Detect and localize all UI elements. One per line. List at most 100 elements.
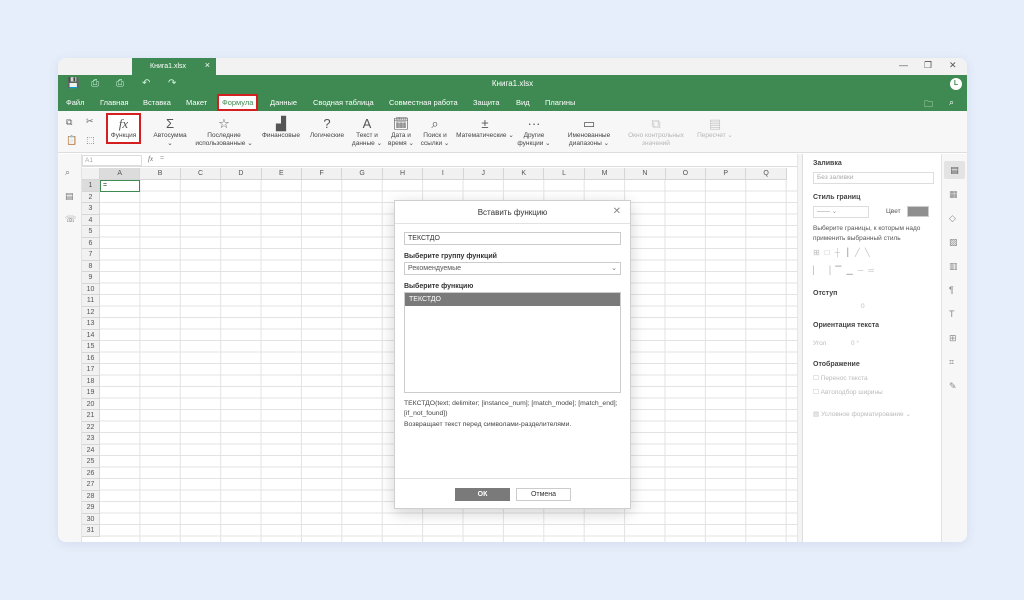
- wrap-text-checkbox[interactable]: ☐ Перенос текста: [813, 374, 868, 384]
- row-header-20[interactable]: 20: [82, 398, 100, 410]
- column-header-b[interactable]: B: [140, 168, 181, 180]
- recalculate-button[interactable]: ▤ Пересчет ⌄: [696, 115, 734, 140]
- row-header-29[interactable]: 29: [82, 502, 100, 514]
- copy-icon[interactable]: ⧉: [66, 117, 72, 128]
- row-header-5[interactable]: 5: [82, 226, 100, 238]
- row-header-15[interactable]: 15: [82, 341, 100, 353]
- fill-select[interactable]: Без заливки: [813, 172, 934, 184]
- paragraph-settings-icon[interactable]: ¶: [949, 285, 954, 295]
- active-cell-a1[interactable]: =: [100, 180, 140, 192]
- search-icon[interactable]: ⌕: [949, 97, 954, 108]
- row-header-12[interactable]: 12: [82, 306, 100, 318]
- date-time-button[interactable]: 🗓 Дата и время ⌄: [386, 115, 416, 148]
- cancel-button[interactable]: Отмена: [516, 488, 571, 501]
- column-header-m[interactable]: M: [584, 168, 626, 180]
- restore-icon[interactable]: ❐: [924, 60, 932, 71]
- row-header-17[interactable]: 17: [82, 364, 100, 376]
- slicer-settings-icon[interactable]: ⌗: [949, 357, 954, 368]
- column-header-o[interactable]: O: [665, 168, 706, 180]
- row-header-4[interactable]: 4: [82, 214, 100, 226]
- row-header-22[interactable]: 22: [82, 421, 100, 433]
- function-search-input[interactable]: ТЕКСТДО: [404, 232, 621, 245]
- column-header-i[interactable]: I: [423, 168, 464, 180]
- select-all-icon[interactable]: ⬚: [86, 135, 95, 146]
- row-header-3[interactable]: 3: [82, 203, 100, 215]
- row-header-13[interactable]: 13: [82, 318, 100, 330]
- row-header-8[interactable]: 8: [82, 260, 100, 272]
- minimize-icon[interactable]: —: [899, 60, 908, 70]
- comments-icon[interactable]: ▤: [65, 191, 74, 202]
- row-header-26[interactable]: 26: [82, 467, 100, 479]
- menu-protection[interactable]: Защита: [473, 94, 500, 111]
- row-header-18[interactable]: 18: [82, 375, 100, 387]
- row-header-14[interactable]: 14: [82, 329, 100, 341]
- pivot-settings-icon[interactable]: ⊞: [949, 333, 957, 344]
- menu-plugins[interactable]: Плагины: [545, 94, 575, 111]
- image-settings-icon[interactable]: ▨: [949, 237, 958, 248]
- autosum-button[interactable]: Σ Автосумма ⌄: [150, 115, 190, 148]
- recently-used-button[interactable]: ☆ Последние использованные ⌄: [194, 115, 254, 148]
- shape-settings-icon[interactable]: ◇: [949, 213, 956, 224]
- math-button[interactable]: ± Математические ⌄: [456, 115, 514, 140]
- table-settings-icon[interactable]: ▦: [949, 189, 958, 200]
- border-style-select[interactable]: ⎯⎯⎯⎯ ⌄: [813, 206, 869, 218]
- cut-icon[interactable]: ✂: [86, 116, 94, 127]
- column-header-h[interactable]: H: [382, 168, 424, 180]
- signature-settings-icon[interactable]: ✎: [949, 381, 957, 392]
- ok-button[interactable]: ОК: [455, 488, 510, 501]
- row-header-1[interactable]: 1: [82, 180, 100, 192]
- column-header-g[interactable]: G: [342, 168, 383, 180]
- function-list-item-selected[interactable]: ТЕКСТДО: [405, 293, 620, 306]
- column-header-a[interactable]: A: [100, 168, 141, 180]
- function-group-select[interactable]: Рекомендуемые ⌄: [404, 262, 621, 275]
- row-header-2[interactable]: 2: [82, 191, 100, 203]
- row-header-10[interactable]: 10: [82, 283, 100, 295]
- other-functions-button[interactable]: ··· Другие функции ⌄: [516, 115, 552, 148]
- column-header-p[interactable]: P: [706, 168, 747, 180]
- row-header-31[interactable]: 31: [82, 525, 100, 537]
- menu-view[interactable]: Вид: [516, 94, 530, 111]
- document-tab[interactable]: Книга1.xlsx ×: [132, 58, 216, 75]
- menu-pivot-table[interactable]: Сводная таблица: [313, 94, 374, 111]
- row-header-25[interactable]: 25: [82, 456, 100, 468]
- column-header-l[interactable]: L: [544, 168, 585, 180]
- menu-data[interactable]: Данные: [270, 94, 297, 111]
- text-and-data-button[interactable]: A Текст и данные ⌄: [350, 115, 384, 148]
- border-buttons-row-1[interactable]: ⊞□┼┃╱╲: [813, 248, 875, 258]
- menu-formula[interactable]: Формула: [217, 94, 259, 111]
- conditional-formatting-button[interactable]: ▤ Условное форматирование ⌄: [813, 410, 911, 420]
- row-header-28[interactable]: 28: [82, 490, 100, 502]
- row-header-24[interactable]: 24: [82, 444, 100, 456]
- row-header-11[interactable]: 11: [82, 295, 100, 307]
- feedback-icon[interactable]: ☏: [65, 214, 76, 225]
- autofit-checkbox[interactable]: ☐ Автоподбор ширины: [813, 388, 883, 398]
- column-header-e[interactable]: E: [261, 168, 302, 180]
- row-header-16[interactable]: 16: [82, 352, 100, 364]
- select-all-corner[interactable]: [82, 168, 100, 180]
- menu-layout[interactable]: Макет: [186, 94, 207, 111]
- row-header-19[interactable]: 19: [82, 387, 100, 399]
- close-dialog-icon[interactable]: ✕: [613, 206, 621, 217]
- column-header-j[interactable]: J: [463, 168, 504, 180]
- function-list[interactable]: ТЕКСТДО: [404, 292, 621, 393]
- cell-settings-icon[interactable]: ▤: [944, 161, 965, 179]
- menu-home[interactable]: Главная: [100, 94, 129, 111]
- user-avatar[interactable]: L: [950, 78, 962, 90]
- column-header-d[interactable]: D: [221, 168, 262, 180]
- named-ranges-button[interactable]: ▭ Именованные диапазоны ⌄: [561, 115, 617, 148]
- border-buttons-row-2[interactable]: ▏▕▔▁─═: [813, 266, 879, 276]
- formula-input[interactable]: =: [160, 155, 164, 162]
- search-icon[interactable]: ⌕: [65, 167, 70, 178]
- close-window-icon[interactable]: ✕: [949, 60, 957, 71]
- menu-file[interactable]: Файл: [66, 94, 84, 111]
- menu-collaboration[interactable]: Совместная работа: [389, 94, 458, 111]
- chart-settings-icon[interactable]: ▥: [949, 261, 958, 272]
- fx-icon[interactable]: fx: [148, 155, 153, 163]
- insert-function-button[interactable]: fx Функция: [106, 113, 141, 144]
- financial-button[interactable]: ▟ Финансовые: [258, 115, 304, 140]
- close-tab-icon[interactable]: ×: [205, 60, 210, 70]
- indent-value[interactable]: 0: [861, 302, 865, 312]
- row-header-23[interactable]: 23: [82, 433, 100, 445]
- text-art-icon[interactable]: T: [949, 309, 955, 319]
- lookup-reference-button[interactable]: ⌕ Поиск и ссылки ⌄: [419, 115, 451, 148]
